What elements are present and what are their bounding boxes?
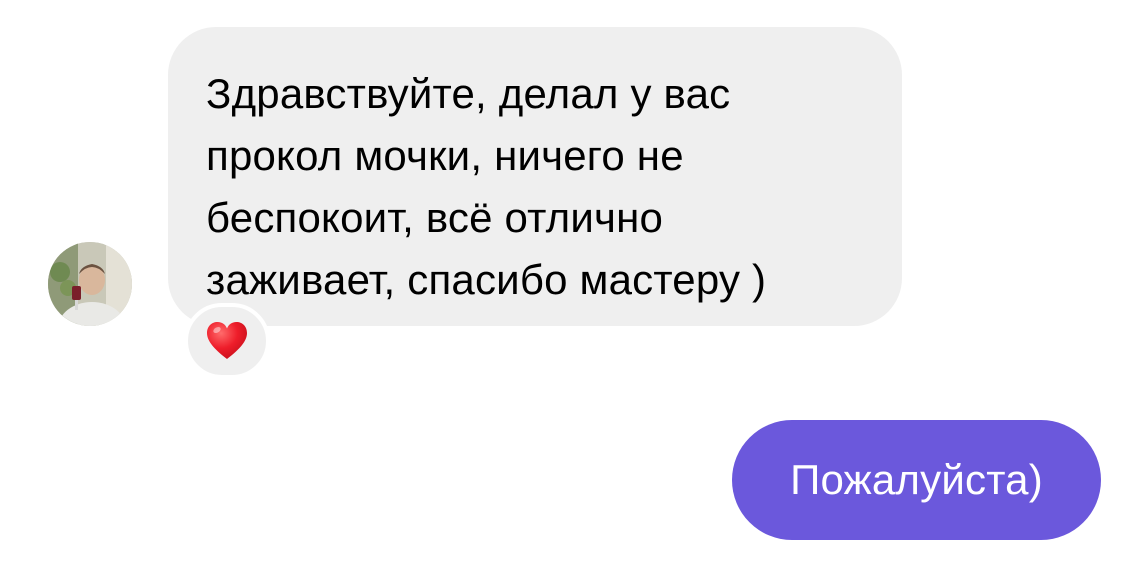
incoming-message-bubble[interactable]: Здравствуйте, делал у вас прокол мочки, … [168,27,902,326]
sender-avatar[interactable] [48,242,132,326]
outgoing-message-text: Пожалуйста) [790,456,1043,503]
incoming-message-text: Здравствуйте, делал у вас прокол мочки, … [206,70,767,303]
avatar-photo [48,242,132,326]
message-reaction[interactable] [184,303,270,379]
red-heart-icon [207,322,247,359]
outgoing-message-bubble[interactable]: Пожалуйста) [732,420,1101,540]
